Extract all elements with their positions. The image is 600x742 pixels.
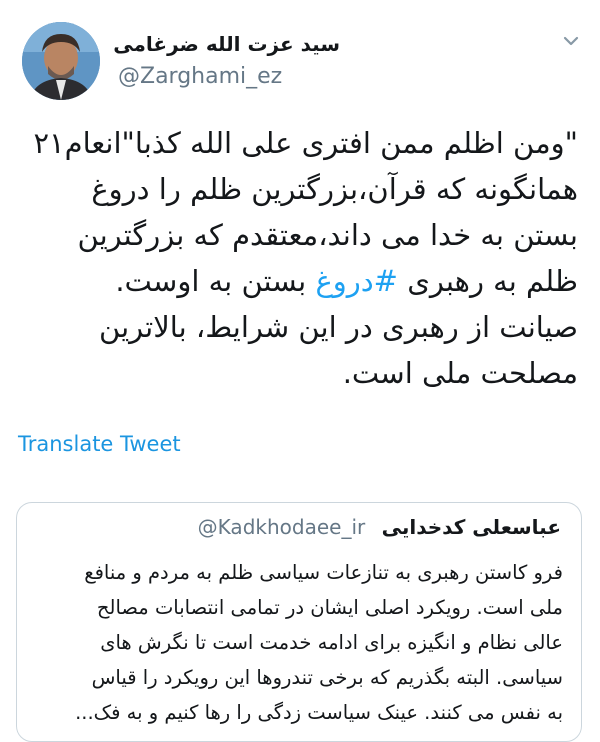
chevron-down-icon[interactable] [560,30,582,52]
hashtag-link[interactable]: #دروغ [315,264,398,298]
quoted-author-handle: @Kadkhodaee_ir [197,515,366,539]
avatar[interactable] [22,22,100,100]
translate-tweet-link[interactable]: Translate Tweet [18,432,181,456]
author-handle[interactable]: @Zarghami_ez [118,64,282,89]
quoted-tweet-header: @Kadkhodaee_ir عباسعلی کدخدایی [198,515,561,539]
author-display-name[interactable]: سید عزت الله ضرغامی [113,32,340,56]
quoted-tweet[interactable]: @Kadkhodaee_ir عباسعلی کدخدایی فرو کاستن… [16,502,582,742]
quoted-author-name: عباسعلی کدخدایی [381,515,561,539]
quoted-tweet-text: فرو کاستن رهبری به تنازعات سیاسی ظلم به … [75,561,563,724]
tweet-header: سید عزت الله ضرغامی @Zarghami_ez [0,18,600,108]
tweet-text: "ومن اظلم ممن افتری علی الله کذبا"انعام۲… [22,120,578,396]
